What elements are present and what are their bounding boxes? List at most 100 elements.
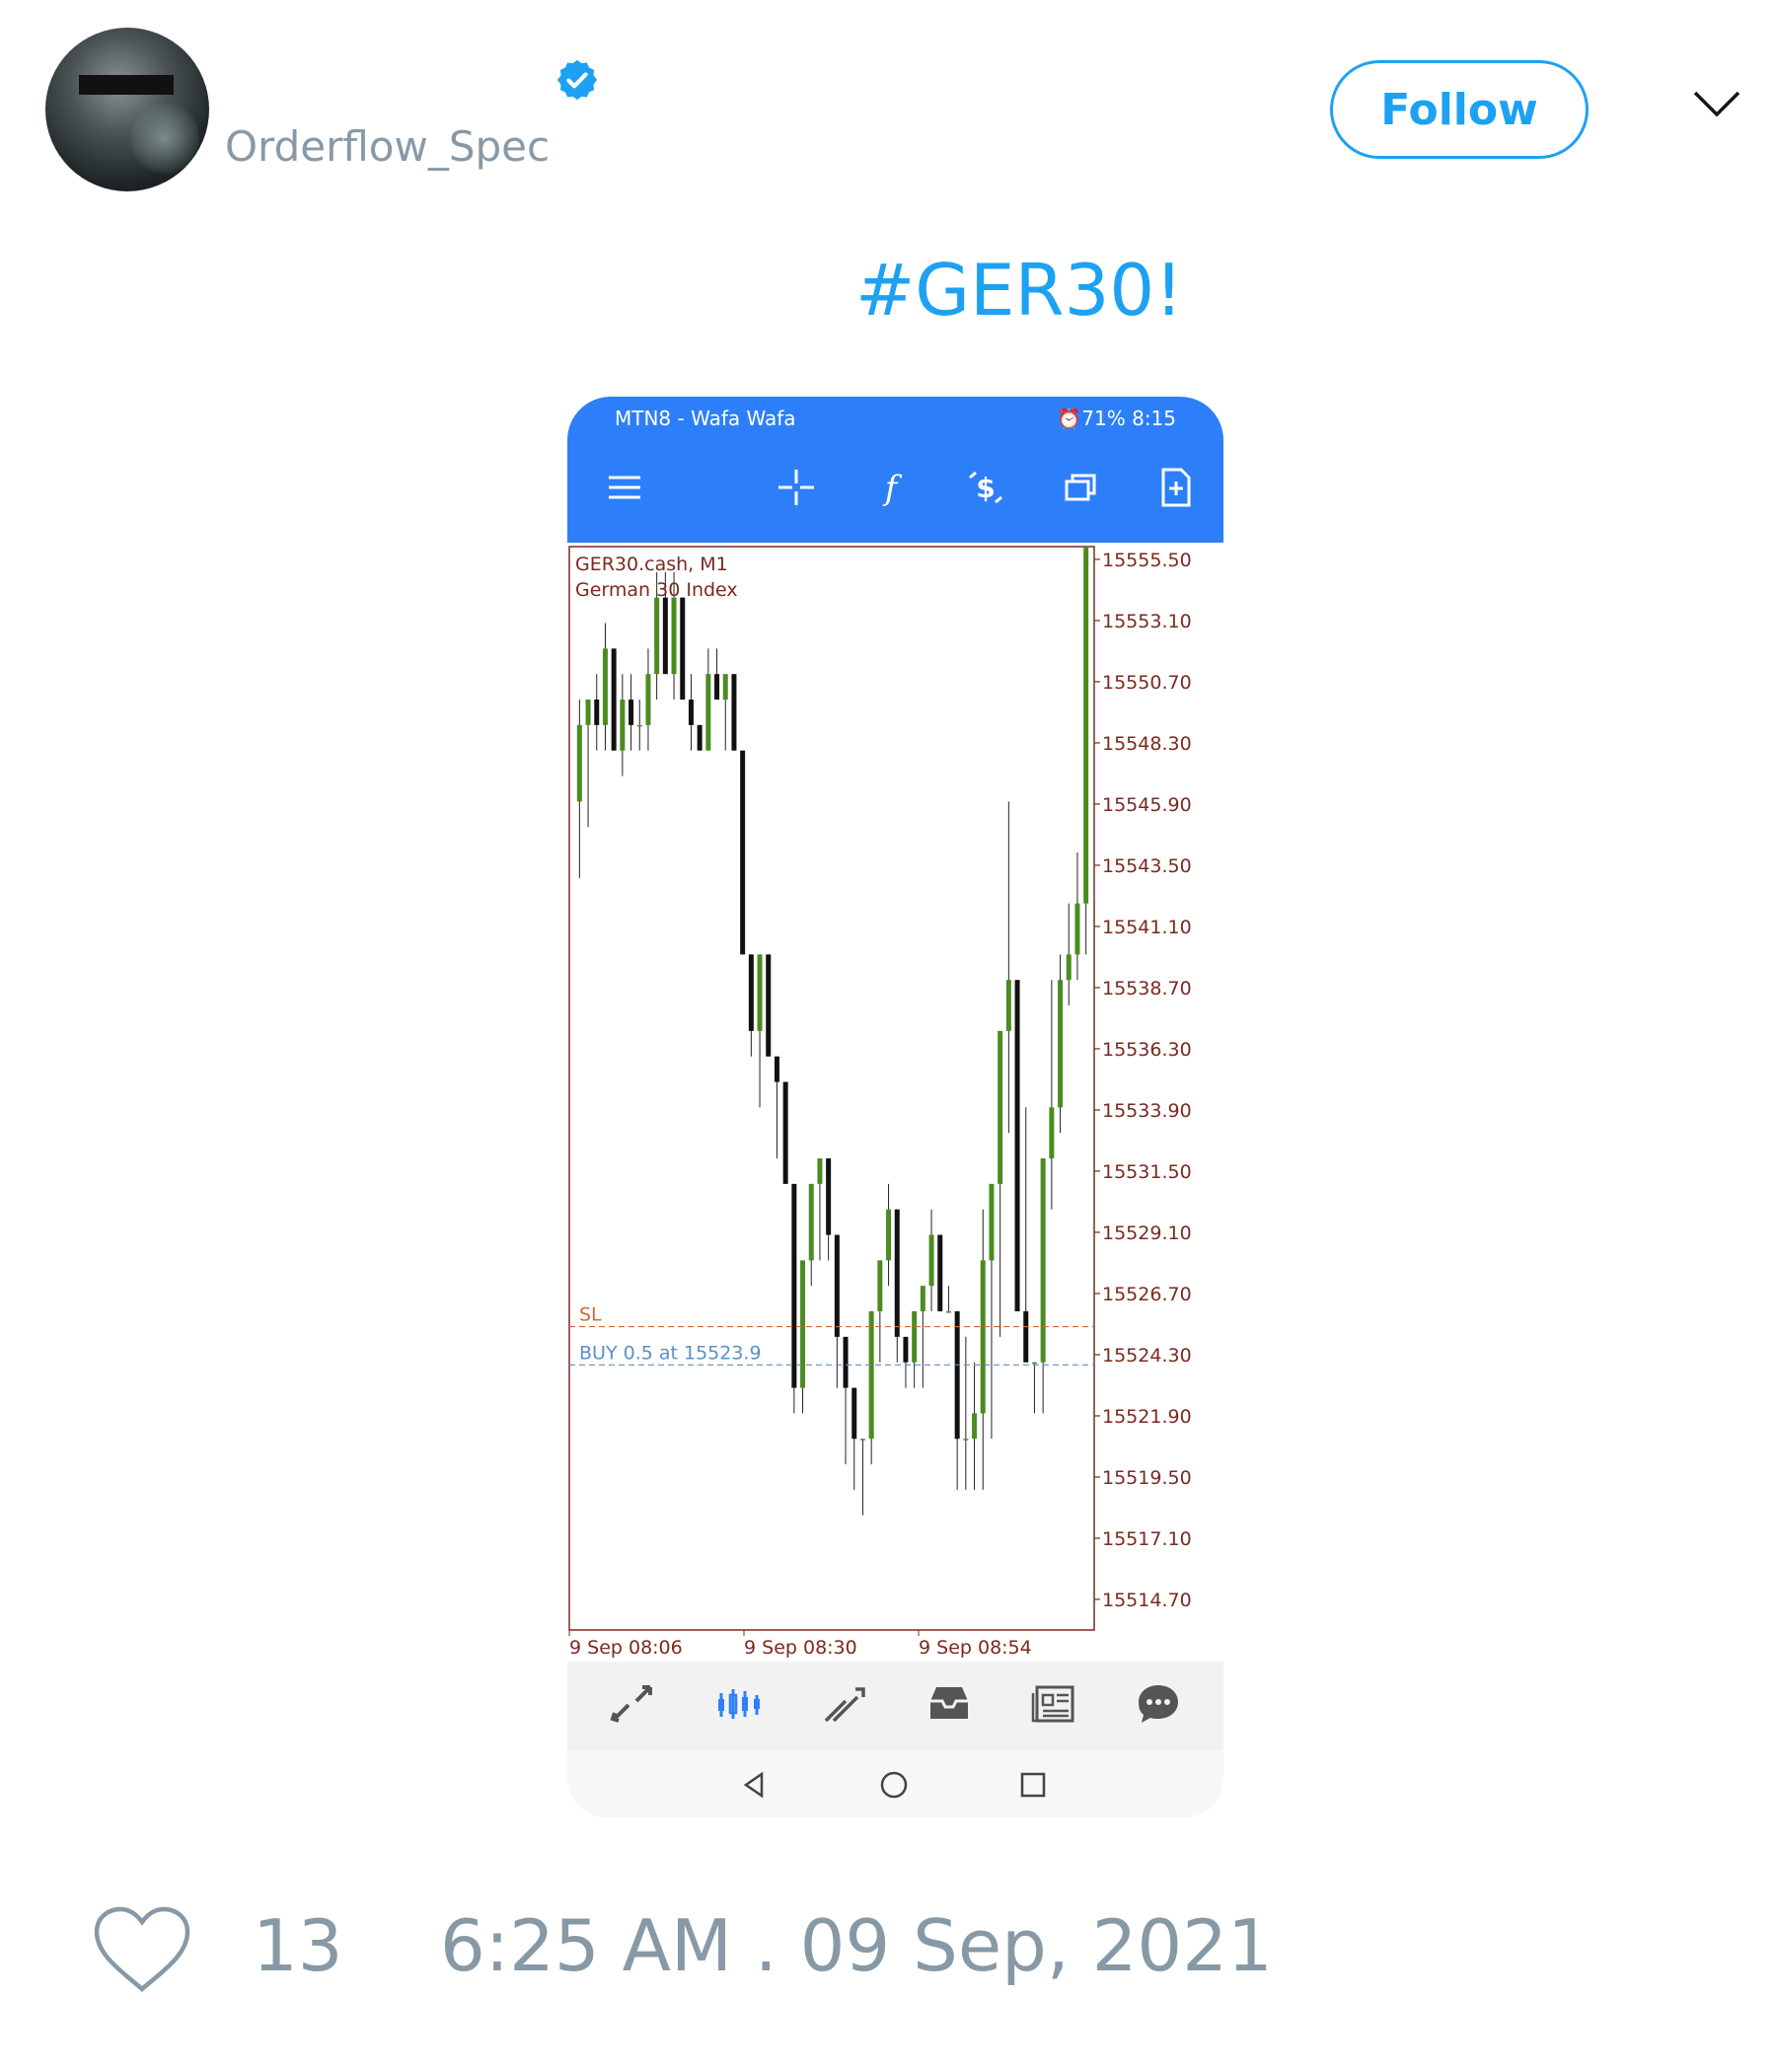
chart-icon[interactable] bbox=[713, 1679, 763, 1729]
candle-body bbox=[697, 724, 703, 751]
candle-body bbox=[602, 648, 608, 725]
candle-body bbox=[843, 1336, 849, 1388]
hashtag-link[interactable]: #GER30! bbox=[855, 249, 1183, 332]
y-tick-label: 15514.70 bbox=[1102, 1590, 1192, 1611]
function-icon[interactable]: f bbox=[869, 466, 913, 509]
candle-body bbox=[782, 1081, 788, 1184]
avatar-smoke bbox=[130, 99, 199, 178]
chart-symbol-label: GER30.cash, M1 bbox=[575, 554, 728, 575]
candle-body bbox=[937, 1234, 943, 1312]
candle-body bbox=[629, 700, 634, 725]
y-tick-label: 15536.30 bbox=[1102, 1039, 1192, 1061]
y-tick-label: 15541.10 bbox=[1102, 917, 1192, 938]
trade-nav-icon[interactable] bbox=[820, 1679, 869, 1729]
candle-body bbox=[662, 597, 668, 675]
candle-body bbox=[912, 1311, 918, 1363]
tweet-timestamp: 6:25 AM . 09 Sep, 2021 bbox=[440, 1904, 1273, 1987]
messages-icon[interactable] bbox=[1134, 1679, 1183, 1729]
candle-body bbox=[757, 954, 763, 1031]
candle-body bbox=[645, 674, 651, 725]
stop-loss-label: SL bbox=[579, 1304, 602, 1326]
avatar[interactable] bbox=[45, 28, 209, 191]
recents-icon[interactable] bbox=[1018, 1770, 1048, 1800]
home-icon[interactable] bbox=[879, 1770, 909, 1800]
y-tick-label: 15553.10 bbox=[1102, 611, 1192, 632]
candle-body bbox=[963, 1439, 969, 1441]
y-tick-label: 15555.50 bbox=[1102, 550, 1192, 571]
candle-body bbox=[998, 1030, 1003, 1184]
candle-body bbox=[654, 597, 660, 675]
candle-body bbox=[1074, 903, 1080, 955]
candle-body bbox=[1058, 980, 1064, 1108]
candle-body bbox=[740, 750, 746, 955]
verified-badge-icon bbox=[556, 59, 598, 101]
y-tick-label: 15521.90 bbox=[1102, 1406, 1192, 1428]
candle-body bbox=[886, 1209, 892, 1261]
y-tick-label: 15550.70 bbox=[1102, 672, 1192, 694]
y-tick-label: 15533.90 bbox=[1102, 1100, 1192, 1122]
candle-body bbox=[808, 1183, 814, 1261]
menu-icon[interactable] bbox=[603, 466, 646, 509]
price-chart[interactable]: SL BUY 0.5 at 15523.9 15555.50 15553.10 155… bbox=[567, 543, 1223, 1667]
candle-body bbox=[714, 674, 720, 701]
candle-body bbox=[766, 954, 772, 1057]
candle-body bbox=[834, 1234, 840, 1337]
buy-order-label: BUY 0.5 at 15523.9 bbox=[579, 1342, 762, 1364]
candle-body bbox=[928, 1234, 934, 1287]
x-tick-label: 9 Sep 08:30 bbox=[744, 1637, 857, 1659]
svg-text:$: $ bbox=[976, 472, 995, 504]
candle-body bbox=[1049, 1107, 1055, 1159]
candle-body bbox=[680, 597, 686, 701]
candle-body bbox=[585, 700, 591, 725]
avatar-censor-bar bbox=[79, 75, 174, 95]
candle-body bbox=[611, 648, 617, 751]
bottom-nav bbox=[567, 1662, 1223, 1750]
app-header: MTN8 - Wafa Wafa ⏰71% 8:15 f $ bbox=[567, 397, 1223, 543]
candle-body bbox=[868, 1311, 874, 1440]
news-icon[interactable] bbox=[1029, 1679, 1078, 1729]
candle-body bbox=[705, 674, 711, 751]
candle-body bbox=[954, 1311, 960, 1440]
candle-body bbox=[688, 700, 694, 725]
heart-icon[interactable] bbox=[91, 1904, 193, 1995]
history-icon[interactable] bbox=[925, 1679, 974, 1729]
candle-body bbox=[671, 597, 677, 675]
x-tick-label: 9 Sep 08:54 bbox=[919, 1637, 1032, 1659]
candle-body bbox=[826, 1158, 832, 1235]
candle-body bbox=[1066, 954, 1072, 981]
x-tick-label: 9 Sep 08:06 bbox=[569, 1637, 683, 1659]
candle-body bbox=[1023, 1311, 1029, 1363]
crosshair-icon[interactable] bbox=[775, 466, 818, 509]
candle-body bbox=[791, 1183, 797, 1388]
windows-icon[interactable] bbox=[1059, 466, 1102, 509]
candle-body bbox=[945, 1311, 951, 1313]
y-tick-label: 15543.50 bbox=[1102, 855, 1192, 877]
candle-body bbox=[894, 1209, 900, 1337]
attached-image[interactable]: MTN8 - Wafa Wafa ⏰71% 8:15 f $ SL BUY 0.5… bbox=[567, 397, 1223, 1817]
candle-body bbox=[722, 674, 728, 701]
candle-body bbox=[594, 700, 600, 725]
back-icon[interactable] bbox=[740, 1770, 770, 1800]
system-nav-bar bbox=[567, 1750, 1223, 1817]
y-tick-label: 15517.10 bbox=[1102, 1528, 1192, 1550]
new-order-icon[interactable] bbox=[1153, 466, 1197, 509]
trade-icon[interactable]: $ bbox=[964, 466, 1007, 509]
chevron-down-icon[interactable] bbox=[1691, 89, 1742, 120]
y-tick-label: 15545.90 bbox=[1102, 794, 1192, 816]
candle-body bbox=[877, 1260, 883, 1312]
svg-text:f: f bbox=[882, 469, 903, 508]
follow-button[interactable]: Follow bbox=[1330, 60, 1589, 159]
candle-body bbox=[1040, 1158, 1046, 1363]
y-tick-label: 15526.70 bbox=[1102, 1284, 1192, 1305]
candle-body bbox=[859, 1439, 865, 1441]
candle-body bbox=[576, 724, 582, 802]
candle-body bbox=[1005, 980, 1011, 1031]
status-battery-time: ⏰71% 8:15 bbox=[1057, 407, 1176, 430]
y-tick-label: 15519.50 bbox=[1102, 1467, 1192, 1489]
candle-body bbox=[903, 1336, 909, 1363]
quotes-icon[interactable] bbox=[607, 1679, 656, 1729]
user-handle[interactable]: Orderflow_Spec bbox=[225, 122, 550, 171]
candle-body bbox=[980, 1260, 986, 1414]
tweet-text: #GER30! bbox=[0, 249, 1776, 332]
candle-body bbox=[989, 1183, 995, 1261]
